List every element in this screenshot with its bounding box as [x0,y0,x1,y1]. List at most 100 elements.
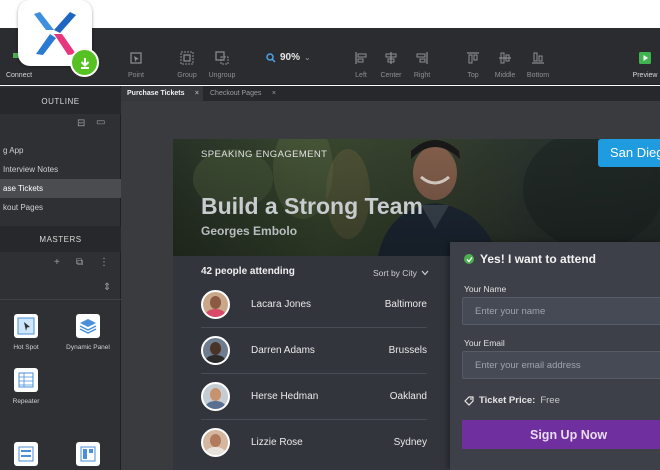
download-badge [70,48,99,77]
masters-header: MASTERS [0,226,121,252]
zoom-control[interactable]: 90% ⌄ [266,52,311,63]
tab-purchase-tickets-label: Purchase Tickets [127,90,185,97]
attendee-city: Baltimore [384,299,427,310]
price-value: Free [540,395,560,406]
table-row[interactable]: Lacara Jones Baltimore [201,282,427,328]
layout-template-icon [80,446,96,462]
widget-form-b[interactable] [58,442,118,466]
library-select-icon[interactable]: ⇕ [103,282,111,293]
align-center-button[interactable]: Center [378,28,404,85]
duplicate-icon[interactable]: ⧉ [76,257,83,268]
hero-eyebrow: SPEAKING ENGAGEMENT [201,149,328,160]
point-button[interactable]: Point [122,28,150,85]
main-toolbar: Connect Point Group Ungroup 90% ⌄ Left C… [0,28,660,85]
chevron-down-icon: ⌄ [304,53,311,62]
widget-repeater[interactable]: Repeater [0,368,56,405]
avatar [201,336,230,365]
group-button[interactable]: Group [172,28,202,85]
align-right-button[interactable]: Right [410,28,434,85]
form-template-icon [18,446,34,462]
point-icon [130,52,142,64]
left-panel: OUTLINE ⊟ ▭ g App Interview Notes ase Ti… [0,86,121,470]
dynamic-panel-thumb [76,314,100,338]
repeater-icon [18,372,34,388]
add-master-icon[interactable]: + [54,257,60,268]
add-page-icon[interactable]: ⊟ [77,118,85,129]
outline-item-interview-notes[interactable]: Interview Notes [0,160,121,179]
avatar [201,428,230,457]
align-middle-icon [499,52,511,64]
outline-item-checkout-pages[interactable]: kout Pages [0,198,121,217]
name-label: Your Name [464,284,507,294]
outline-header: OUTLINE [0,88,121,114]
avatar [201,382,230,411]
attendee-name: Lacara Jones [251,299,312,310]
hero-banner[interactable]: SPEAKING ENGAGEMENT Build a Strong Team … [173,139,660,256]
name-input[interactable] [462,297,660,325]
attendee-city: Sydney [393,437,427,448]
more-icon[interactable]: ⋮ [99,257,109,268]
zoom-value: 90% [280,52,301,63]
point-label: Point [128,72,144,79]
attendee-name: Herse Hedman [251,391,319,402]
preview-button[interactable]: Preview [630,28,660,85]
repeater-thumb [14,368,38,392]
ungroup-button[interactable]: Ungroup [205,28,239,85]
ungroup-label: Ungroup [208,72,236,79]
group-icon [180,51,194,65]
right-label: Right [413,72,431,79]
align-right-icon [416,52,428,64]
align-top-button[interactable]: Top [462,28,484,85]
hero-title: Build a Strong Team [201,193,423,219]
signup-form: Yes! I want to attend Your Name Your Ema… [450,242,660,470]
align-top-icon [467,52,479,64]
align-left-button[interactable]: Left [350,28,372,85]
folder-icon[interactable]: ▭ [96,117,105,128]
align-middle-button[interactable]: Middle [491,28,519,85]
ticket-price: Ticket Price: Free [464,395,560,406]
check-circle-icon [464,254,474,264]
form-title: Yes! I want to attend [480,252,597,266]
align-bottom-icon [532,52,544,64]
close-icon[interactable]: × [195,86,199,101]
sign-up-button[interactable]: Sign Up Now [462,420,660,449]
avatar [201,290,230,319]
bottom-label: Bottom [526,72,550,79]
attendee-name: Darren Adams [251,345,315,356]
page-tabs: Purchase Tickets × Checkout Pages × [121,86,660,101]
table-row[interactable]: Darren Adams Brussels [201,328,427,374]
align-left-icon [355,52,367,64]
center-label: Center [380,72,402,79]
ungroup-icon [215,51,229,65]
form-a-thumb [14,442,38,466]
tab-checkout-pages[interactable]: Checkout Pages × [204,86,280,101]
close-icon[interactable]: × [272,86,276,101]
tab-checkout-pages-label: Checkout Pages [210,90,262,97]
tab-purchase-tickets[interactable]: Purchase Tickets × [121,86,203,101]
hot-spot-label: Hot Spot [13,344,39,351]
table-row[interactable]: Lizzie Rose Sydney [201,420,427,466]
attendee-name: Lizzie Rose [251,437,303,448]
dynamic-panel-icon [79,319,97,334]
design-canvas[interactable]: SPEAKING ENGAGEMENT Build a Strong Team … [121,101,660,470]
widget-hot-spot[interactable]: Hot Spot [0,314,56,351]
outline-item-app[interactable]: g App [0,141,121,160]
email-input[interactable] [462,351,660,379]
sort-dropdown[interactable]: Sort by City [373,268,429,278]
table-row[interactable]: Herse Hedman Oakland [201,374,427,420]
repeater-label: Repeater [12,398,40,405]
attendee-count: 42 people attending [201,266,295,277]
city-badge: San Diego [598,139,660,167]
hot-spot-thumb [14,314,38,338]
artboard[interactable]: SPEAKING ENGAGEMENT Build a Strong Team … [173,139,660,470]
align-center-icon [385,52,397,64]
align-bottom-button[interactable]: Bottom [524,28,552,85]
top-label: Top [467,72,479,79]
widget-form-a[interactable] [0,442,56,466]
divider [0,299,121,300]
hot-spot-icon [17,317,35,335]
widget-dynamic-panel[interactable]: Dynamic Panel [58,314,118,351]
form-header: Yes! I want to attend [464,252,596,266]
outline-item-purchase-tickets[interactable]: ase Tickets [0,179,121,198]
email-label: Your Email [464,338,505,348]
